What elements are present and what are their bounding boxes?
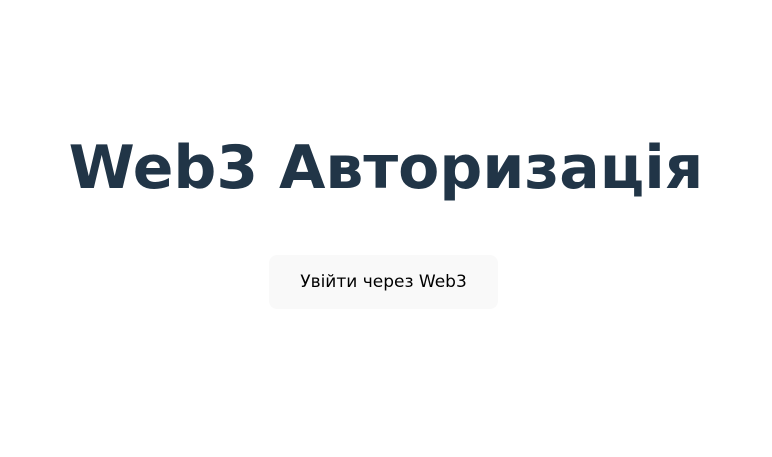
page-root: Web3 Авторизація Увійти через Web3 xyxy=(0,0,772,457)
page-title: Web3 Авторизація xyxy=(68,133,704,203)
web3-login-button[interactable]: Увійти через Web3 xyxy=(269,255,498,309)
